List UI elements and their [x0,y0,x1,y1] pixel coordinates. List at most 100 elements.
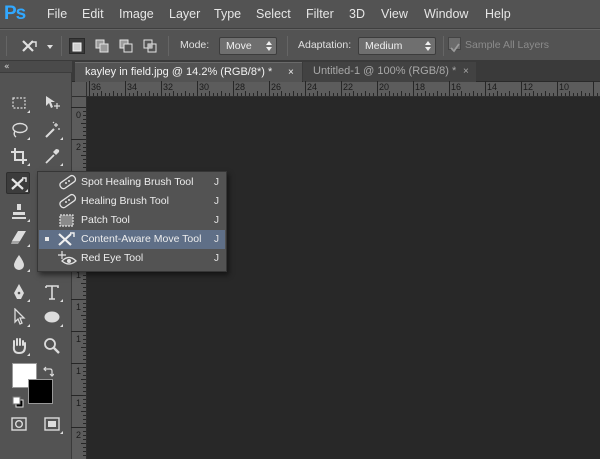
ruler-label: 2 [76,430,82,440]
type-tool[interactable] [40,281,64,303]
flyout-item-spot-healing-brush[interactable]: Spot Healing Brush Tool J [39,173,225,192]
ruler-tick [197,81,198,96]
ruler-tick [83,327,86,328]
swap-colors-button[interactable] [42,363,55,377]
lasso-icon [12,122,28,138]
move-icon [46,96,60,109]
ruler-tick [593,81,594,96]
menu-3d[interactable]: 3D [349,0,365,29]
menu-filter[interactable]: Filter [306,0,334,29]
close-tab-icon[interactable]: × [288,63,294,82]
ellipse-tool[interactable] [40,306,64,328]
ruler-tick [89,81,90,96]
document-tab-bar: kayley in field.jpg @ 14.2% (RGB/8*) * ×… [72,61,600,82]
rectangular-marquee-icon [12,97,26,109]
ruler-tick [193,93,194,96]
eyedropper-tool[interactable] [40,145,64,167]
document-canvas[interactable] [88,98,600,459]
sample-all-layers-checkbox[interactable] [448,37,461,53]
menu-type[interactable]: Type [214,0,241,29]
default-colors-button[interactable] [12,393,24,408]
rectangular-marquee-tool[interactable] [7,92,31,114]
mode-select[interactable]: Move [219,37,277,55]
ruler-tick [83,147,86,148]
intersect-with-selection-button[interactable] [142,38,158,54]
ruler-tick [573,93,574,96]
ruler-tick [349,93,350,96]
ruler-label: 14 [487,82,498,92]
ruler-tick [83,435,86,436]
adaptation-select[interactable]: Medium [358,37,436,55]
tab-kayley-in-field[interactable]: kayley in field.jpg @ 14.2% (RGB/8*) * × [75,62,302,82]
path-selection-tool[interactable] [7,306,31,328]
flyout-item-shortcut: J [214,234,219,245]
ruler-tick [141,93,142,96]
ruler-label: 20 [379,82,390,92]
ruler-tick [83,431,86,432]
healing-tools-flyout: Spot Healing Brush Tool J Healing Brush … [37,171,227,272]
ruler-tick [83,375,86,376]
quick-mask-icon [11,417,27,431]
content-aware-move-tool[interactable] [6,172,30,194]
tool-preset-picker[interactable] [20,36,56,56]
ruler-tick [83,371,86,372]
ruler-tick [305,81,306,96]
zoom-tool[interactable] [40,335,64,357]
ruler-tick [317,91,318,96]
screen-mode-button[interactable] [40,413,64,435]
ruler-tick [453,93,454,96]
ruler-tick [521,81,522,96]
tab-untitled-1[interactable]: Untitled-1 @ 100% (RGB/8) * × [303,62,476,82]
quick-mask-button[interactable] [7,413,31,435]
ruler-tick [485,81,486,96]
flyout-item-healing-brush[interactable]: Healing Brush Tool J [39,192,225,211]
ruler-label: 1 [76,366,82,376]
ruler-tick [449,81,450,96]
background-color-swatch[interactable] [28,379,53,404]
ruler-tick [125,81,126,96]
ruler-tick [81,123,86,124]
flyout-item-content-aware-move[interactable]: Content-Aware Move Tool J [39,230,225,249]
menu-layer[interactable]: Layer [169,0,200,29]
menu-view[interactable]: View [381,0,408,29]
magic-wand-tool[interactable] [40,119,64,141]
ruler-tick [129,93,130,96]
flyout-item-label: Patch Tool [81,214,130,226]
pen-tool[interactable] [7,281,31,303]
red-eye-icon [58,251,77,265]
blur-drop-icon [14,255,24,270]
ruler-tick [549,93,550,96]
menu-select[interactable]: Select [256,0,291,29]
menu-bar: Ps File Edit Image Layer Type Select Fil… [0,0,600,29]
flyout-item-patch[interactable]: Patch Tool J [39,211,225,230]
new-selection-button[interactable] [69,38,85,54]
ruler-tick [83,135,86,136]
ruler-tick [389,91,390,96]
menu-help[interactable]: Help [485,0,511,29]
ruler-tick [205,93,206,96]
default-colors-icon [12,396,24,408]
crop-tool[interactable] [7,145,31,167]
menu-file[interactable]: File [47,0,67,29]
lasso-tool[interactable] [7,119,31,141]
clone-stamp-icon [12,204,26,219]
subtract-from-selection-button[interactable] [118,38,134,54]
ruler-tick [83,415,86,416]
menu-image[interactable]: Image [119,0,154,29]
add-to-selection-button[interactable] [94,38,110,54]
move-tool[interactable] [40,92,64,114]
menu-window[interactable]: Window [424,0,468,29]
flyout-item-red-eye[interactable]: Red Eye Tool J [39,249,225,268]
clone-stamp-tool[interactable] [7,201,31,223]
flyout-item-label: Spot Healing Brush Tool [81,176,194,188]
blur-tool[interactable] [7,251,31,273]
ruler-origin[interactable] [72,82,87,97]
ruler-tick [83,423,86,424]
close-tab-icon[interactable]: × [463,62,469,81]
hand-tool[interactable] [7,335,31,357]
ruler-tick [83,167,86,168]
ruler-tick [381,93,382,96]
collapse-panel-icon[interactable]: « [4,61,10,73]
menu-edit[interactable]: Edit [82,0,104,29]
eraser-tool[interactable] [7,226,31,248]
